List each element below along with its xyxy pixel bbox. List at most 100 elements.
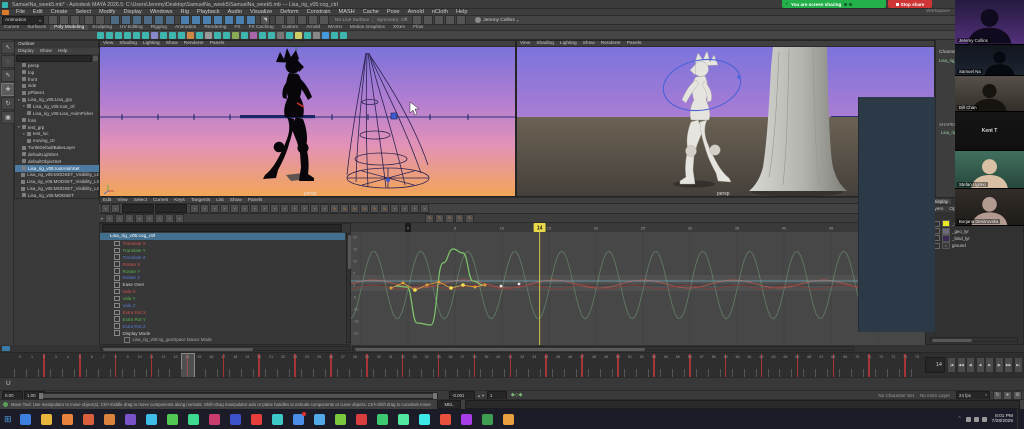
- live-surface-label[interactable]: No Live Surface: [335, 18, 369, 23]
- lasso-tool-icon[interactable]: ◌: [1, 55, 15, 68]
- shelf-tab-xgen[interactable]: XGen: [389, 25, 409, 30]
- participant-tile[interactable]: Jeremy Collins: [955, 0, 1024, 45]
- participant-tile[interactable]: Kent T: [955, 112, 1024, 151]
- shelf-icon-3[interactable]: [115, 31, 122, 39]
- current-frame-field[interactable]: 14: [925, 357, 945, 373]
- menu-edit[interactable]: Edit: [29, 9, 47, 15]
- input-box-3[interactable]: [202, 15, 212, 25]
- app-folder[interactable]: [40, 413, 52, 425]
- channel-toggle-icon[interactable]: [114, 323, 120, 329]
- outliner-item[interactable]: top: [15, 69, 100, 76]
- graph-view-hscrollbar[interactable]: [352, 346, 854, 351]
- account-chip[interactable]: Jeremy Collins ▾: [475, 17, 519, 23]
- construction-history-icon[interactable]: [275, 15, 285, 25]
- go-to-end-button[interactable]: ▶|: [1013, 357, 1023, 373]
- vpr-menu-panels[interactable]: Panels: [624, 41, 645, 46]
- shelf-icon-27[interactable]: [331, 31, 338, 39]
- redo-icon[interactable]: [95, 15, 105, 25]
- filter-icon[interactable]: ▫: [200, 204, 209, 213]
- key-dot[interactable]: [425, 283, 429, 287]
- app-notes[interactable]: [187, 413, 199, 425]
- channel-toggle-icon[interactable]: [114, 330, 120, 336]
- anim-layer-label[interactable]: No Anim Layer: [920, 393, 950, 398]
- graph-menu-keys[interactable]: Keys: [171, 198, 188, 203]
- display-render-3[interactable]: [434, 15, 445, 25]
- camera-icon[interactable]: [849, 2, 853, 6]
- graph-channel-child-row[interactable]: Lisa_rig_v05:rig_geoSpace Dance Mode: [100, 336, 345, 343]
- graph-channel-header[interactable]: Lisa_rig_v05:cog_ctrl: [100, 233, 345, 240]
- vpl-menu-renderer[interactable]: Renderer: [181, 41, 207, 46]
- graph-channel-row[interactable]: Extra Rot X: [100, 309, 345, 316]
- play-forwards-button[interactable]: ▶: [985, 357, 994, 373]
- paint-select-tool-icon[interactable]: ✎: [1, 69, 15, 82]
- time-slider[interactable]: 0 1 2 3 4 5 6 7 8 9 10 11 12 13 14 15 16 17 18 19 20 21 22 23 24…: [0, 352, 1024, 378]
- butterworth-icon[interactable]: ▫: [175, 213, 185, 223]
- display-render-4[interactable]: [445, 15, 456, 25]
- region-key-icon[interactable]: ▫: [115, 213, 125, 223]
- resample-icon[interactable]: ▫: [155, 213, 165, 223]
- mic-icon[interactable]: [844, 2, 848, 6]
- light-editor-icon[interactable]: [319, 15, 329, 25]
- spline-tangent-icon[interactable]: ▫: [280, 204, 289, 213]
- participant-tile[interactable]: Borjana Dimitrovska: [955, 189, 1024, 226]
- shelf-icon-1[interactable]: [97, 31, 104, 39]
- layer-hscrollbar[interactable]: [930, 337, 1018, 342]
- graph-menu-view[interactable]: View: [114, 198, 130, 203]
- shelf-tab-arnold[interactable]: Arnold: [302, 25, 324, 30]
- key-dot[interactable]: [389, 286, 393, 290]
- shelf-icon-5[interactable]: [133, 31, 140, 39]
- app-maya[interactable]: [271, 413, 283, 425]
- vpr-menu-renderer[interactable]: Renderer: [598, 41, 624, 46]
- vpr-menu-lighting[interactable]: Lighting: [557, 41, 580, 46]
- layer-color-swatch[interactable]: [942, 220, 950, 228]
- shelf-icon-17[interactable]: [241, 31, 248, 39]
- outliner-item[interactable]: side: [15, 83, 100, 90]
- layer-row[interactable]: V_bind_lyr: [928, 234, 1022, 242]
- graph-channel-row[interactable]: Rotate X: [100, 261, 345, 268]
- stepper-icons[interactable]: ▲▼: [477, 393, 485, 398]
- channel-toggle-icon[interactable]: [114, 288, 120, 295]
- shelf-icon-22[interactable]: [286, 31, 293, 39]
- snap-view-icon[interactable]: [154, 15, 164, 25]
- outliner-item[interactable]: defaultLightSet: [15, 151, 100, 158]
- normalized-view-icon[interactable]: ▫: [230, 204, 239, 213]
- wireframe-cone[interactable]: [346, 52, 430, 189]
- outliner-menu-display[interactable]: Display: [15, 49, 37, 54]
- outliner-item[interactable]: TurtleDefaultBakeLayer: [15, 144, 100, 151]
- shelf-icon-23[interactable]: [295, 31, 302, 39]
- input-box-1[interactable]: [180, 15, 190, 25]
- shelf-icon-18[interactable]: [250, 31, 257, 39]
- channel-toggle-icon[interactable]: [114, 302, 120, 309]
- frame-playback-icon[interactable]: ▫: [250, 204, 259, 213]
- app-chat[interactable]: [481, 413, 493, 425]
- spreadsheet-icon[interactable]: ▫: [190, 204, 199, 213]
- graph-channel-row[interactable]: Extra Rot Z: [100, 323, 345, 330]
- graph-search[interactable]: [102, 224, 342, 233]
- layer-color-swatch[interactable]: [942, 227, 950, 235]
- frame-all-icon[interactable]: ▫: [240, 204, 249, 213]
- graph-channel-row[interactable]: Rotate Z: [100, 274, 345, 281]
- outliner-item[interactable]: Lisa_rig_v05:rootAnimSet: [15, 164, 100, 172]
- tray-expand-icon[interactable]: ⌃: [957, 416, 961, 422]
- shelf-tab-uv-editing[interactable]: UV Editing: [116, 25, 147, 30]
- shelf-tab-motion-graphics[interactable]: Motion Graphics: [346, 25, 389, 30]
- participant-tile[interactable]: Stefan Ugrino: [955, 151, 1024, 189]
- display-render-1[interactable]: [412, 15, 423, 25]
- pause-icon[interactable]: [456, 15, 467, 25]
- selected-key-dot[interactable]: [449, 286, 453, 290]
- shelf-icon-12[interactable]: [196, 31, 203, 39]
- menu-set-selector[interactable]: Animation ▾: [2, 15, 44, 25]
- input-box-6[interactable]: [235, 15, 245, 25]
- search-input[interactable]: [16, 54, 92, 62]
- outliner-search[interactable]: [16, 54, 98, 62]
- app-steam[interactable]: [166, 413, 178, 425]
- pre-infinity-icon[interactable]: ∿: [445, 213, 455, 223]
- graph-channel-row[interactable]: Ease Over: [100, 281, 345, 288]
- participant-tile[interactable]: Samuel Na: [955, 45, 1024, 76]
- render-icon[interactable]: [286, 15, 296, 25]
- graph-channel-row[interactable]: Display Mode: [100, 330, 345, 337]
- outliner-item[interactable]: foss: [15, 117, 100, 124]
- shelf-tab-fx[interactable]: FX: [230, 25, 244, 30]
- channel-toggle-icon[interactable]: [114, 275, 120, 281]
- ipr-render-icon[interactable]: [297, 15, 307, 25]
